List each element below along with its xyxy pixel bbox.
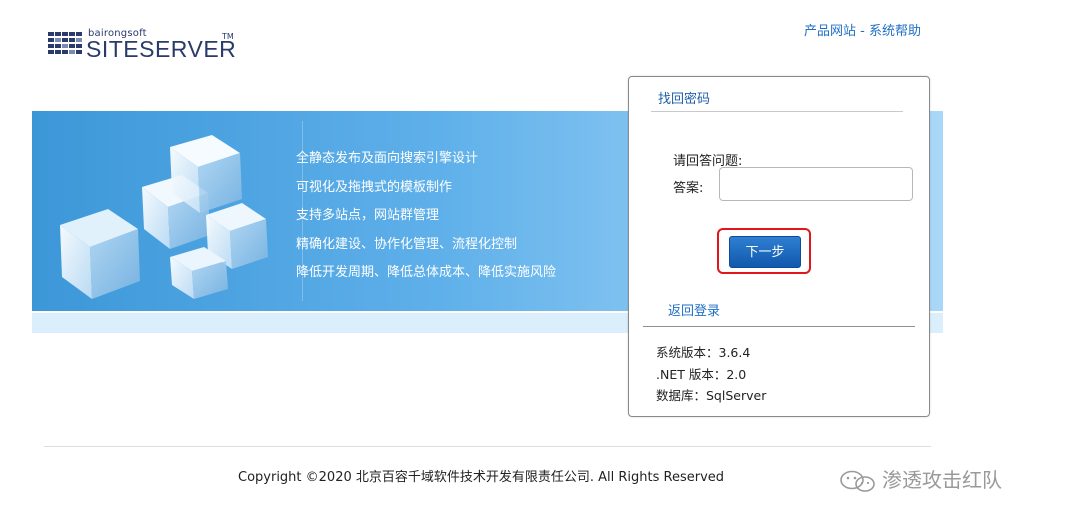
feature-item: 全静态发布及面向搜索引擎设计 bbox=[296, 151, 479, 166]
answer-label: 答案: bbox=[673, 181, 704, 196]
watermark: 渗透攻击红队 bbox=[838, 464, 1002, 495]
next-step-button[interactable]: 下一步 bbox=[729, 236, 801, 268]
feature-item: 可视化及拖拽式的模板制作 bbox=[296, 179, 453, 195]
system-help-link[interactable]: 系统帮助 bbox=[869, 24, 921, 39]
product-site-link[interactable]: 产品网站 bbox=[804, 24, 856, 39]
watermark-text: 渗透攻击红队 bbox=[882, 468, 1002, 492]
system-version: 系统版本：3.6.4 bbox=[656, 345, 751, 360]
system-info: 系统版本：3.6.4 .NET 版本：2.0 数据库：SqlServer bbox=[656, 342, 766, 407]
top-links: 产品网站 - 系统帮助 bbox=[804, 20, 921, 39]
cubes-illustration-icon bbox=[60, 135, 268, 299]
copyright-text: Copyright ©2020 北京百容千域软件技术开发有限责任公司. All … bbox=[238, 470, 725, 485]
feature-item: 精确化建设、协作化管理、流程化控制 bbox=[296, 236, 518, 252]
top-links-separator: - bbox=[856, 24, 869, 39]
back-to-login-link[interactable]: 返回登录 bbox=[668, 300, 720, 319]
footer-divider bbox=[44, 446, 931, 447]
feature-list: 全静态发布及面向搜索引擎设计 可视化及拖拽式的模板制作 支持多站点，网站群管理 … bbox=[296, 145, 556, 288]
siteserver-logo: bairongsoft SITESERVER TM bbox=[48, 28, 238, 62]
panel-title: 找回密码 bbox=[658, 92, 711, 107]
logo-product-name: SITESERVER bbox=[86, 36, 237, 62]
panel-divider bbox=[651, 111, 903, 112]
wechat-icon bbox=[840, 470, 875, 492]
logo-grid-icon bbox=[48, 32, 82, 54]
answer-input[interactable] bbox=[719, 167, 913, 201]
feature-item: 支持多站点，网站群管理 bbox=[296, 208, 440, 223]
feature-item: 降低开发周期、降低总体成本、降低实施风险 bbox=[296, 265, 557, 280]
net-version: .NET 版本：2.0 bbox=[656, 366, 747, 382]
panel-divider bbox=[643, 326, 915, 327]
database-info: 数据库：SqlServer bbox=[656, 388, 767, 403]
password-recovery-panel: 找回密码 请回答问题: 答案: 下一步 返回登录 系统版本：3.6.4 .NET… bbox=[628, 76, 930, 417]
logo-trademark: TM bbox=[222, 32, 234, 41]
